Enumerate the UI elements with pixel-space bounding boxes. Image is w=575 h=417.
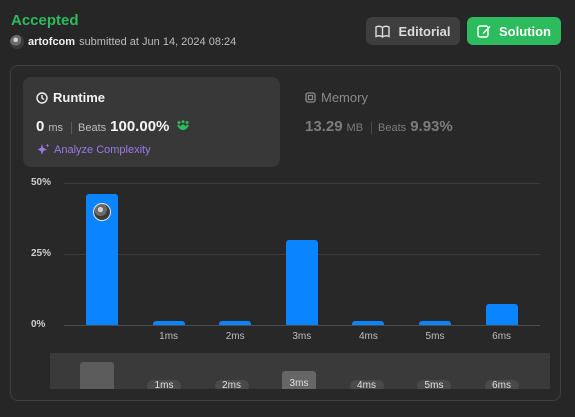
editorial-label: Editorial (398, 23, 451, 39)
bar-2ms[interactable] (219, 320, 252, 325)
bar-5ms[interactable] (419, 320, 451, 325)
celebrate-icon (177, 120, 190, 131)
navigator-label: 2ms (214, 380, 249, 389)
memory-value: 13.29 (305, 118, 343, 135)
username-link[interactable]: artofcom (28, 36, 75, 48)
y-tick-label: 50% (31, 177, 52, 188)
solution-button[interactable]: Solution (467, 17, 561, 45)
clock-icon (36, 91, 48, 104)
editorial-button[interactable]: Editorial (366, 17, 460, 45)
x-tick-label: 4ms (358, 331, 378, 342)
chart-range-navigator[interactable]: 1ms 2ms 3ms 4ms 5ms 6ms (50, 353, 550, 389)
bar-3ms[interactable] (285, 239, 318, 325)
x-tick-label: 6ms (492, 331, 512, 342)
bar-6ms[interactable] (485, 303, 518, 325)
x-tick-label: 2ms (225, 331, 245, 342)
x-axis-line (64, 325, 540, 326)
submitted-time: submitted at Jun 14, 2024 08:24 (79, 36, 237, 48)
x-tick-label: 5ms (425, 331, 445, 342)
navigator-label: 1ms (147, 380, 181, 389)
memory-beats-label: Beats (371, 122, 406, 134)
memory-beats-value: 9.93% (410, 118, 453, 135)
analyze-complexity-link[interactable]: Analyze Complexity (37, 143, 151, 156)
runtime-value: 0 (36, 118, 45, 135)
navigator-label: 3ms (282, 371, 316, 389)
x-tick-label: 3ms (292, 331, 312, 342)
avatar[interactable] (10, 35, 24, 49)
runtime-beats-value: 100.00% (110, 118, 170, 135)
runtime-heading: Runtime (36, 90, 105, 105)
memory-heading[interactable]: Memory (305, 90, 368, 105)
runtime-stats: 0 ms Beats 100.00% (36, 118, 190, 135)
runtime-beats-label: Beats (71, 122, 106, 134)
runtime-title: Runtime (53, 90, 105, 105)
memory-stats: 13.29 MB Beats 9.93% (305, 118, 453, 135)
navigator-label: 4ms (349, 380, 384, 389)
analyze-label: Analyze Complexity (54, 143, 151, 156)
solution-label: Solution (499, 23, 551, 39)
bar-4ms[interactable] (352, 320, 385, 325)
memory-chip-icon (305, 92, 316, 103)
memory-title: Memory (321, 90, 368, 105)
bar-1ms[interactable] (152, 320, 185, 325)
book-icon (375, 25, 391, 38)
edit-icon (477, 25, 491, 38)
runtime-unit: ms (48, 122, 64, 134)
x-tick-label: 1ms (159, 331, 179, 342)
navigator-handle[interactable] (80, 362, 114, 389)
y-tick-label: 0% (31, 319, 46, 330)
status-label: Accepted (11, 12, 79, 29)
sparkle-icon (37, 143, 50, 155)
navigator-label: 5ms (417, 380, 451, 389)
memory-unit: MB (346, 122, 364, 134)
gridline (64, 183, 540, 184)
y-tick-label: 25% (31, 248, 52, 259)
navigator-label: 6ms (484, 380, 519, 389)
submission-info: artofcom submitted at Jun 14, 2024 08:24 (10, 35, 236, 49)
